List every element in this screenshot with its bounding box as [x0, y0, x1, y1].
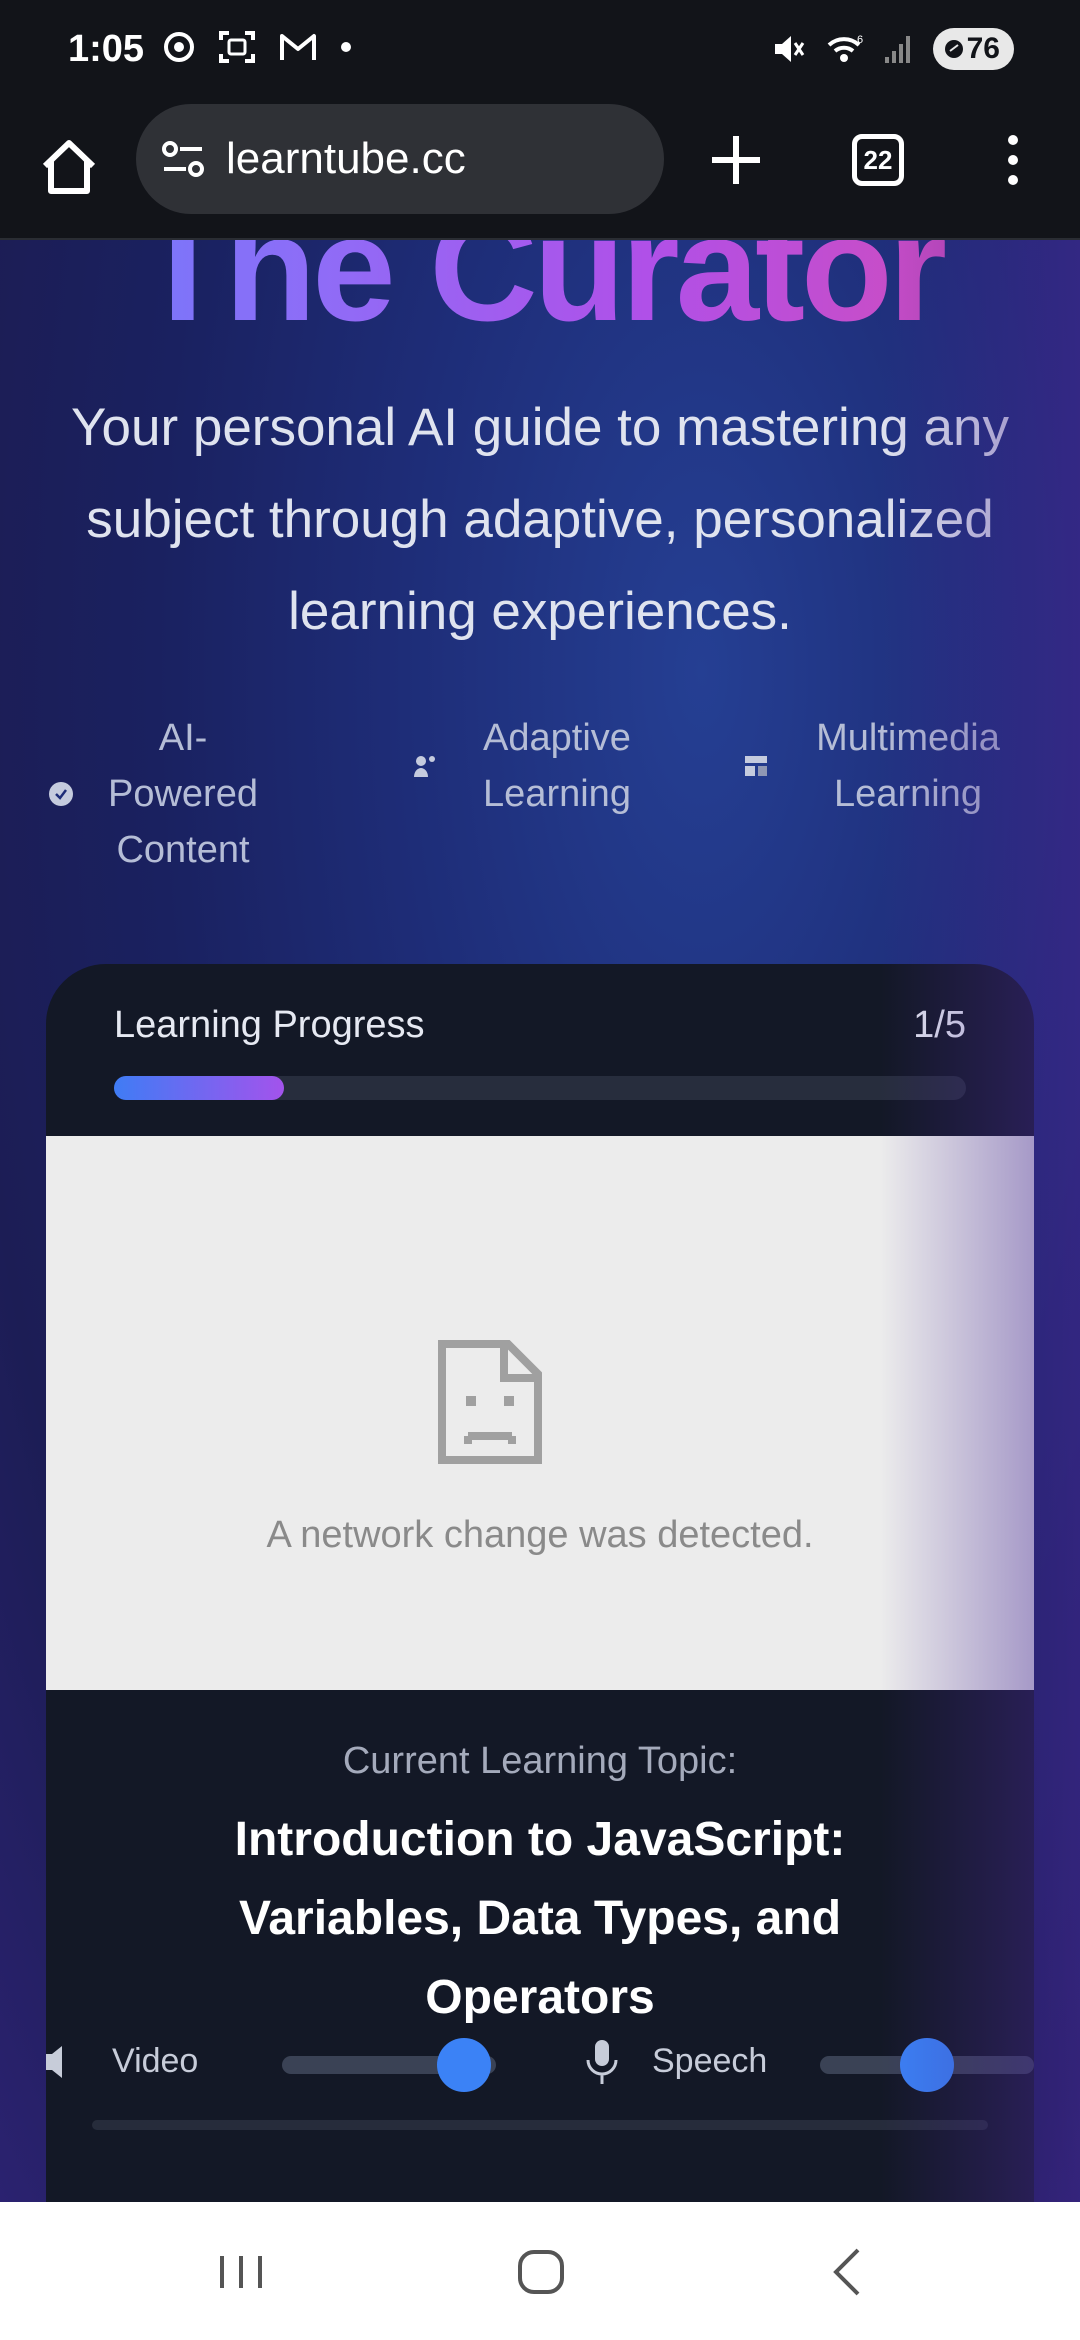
- feature-list: AI-Powered Content Adaptive Learning Mul…: [0, 710, 1080, 871]
- media-icon: [745, 756, 767, 776]
- check-circle-icon: [49, 782, 73, 806]
- wifi-icon: 6: [827, 34, 863, 62]
- progress-label: Learning Progress: [114, 1004, 425, 1046]
- video-slider-thumb[interactable]: [436, 2038, 491, 2092]
- microphone-icon: [586, 2040, 618, 2084]
- feature-multimedia: Multimedia Learning: [743, 710, 1013, 822]
- feature-ai-powered: AI-Powered Content: [48, 710, 258, 878]
- svg-text:6: 6: [857, 34, 863, 46]
- chrome-icon: [164, 32, 194, 62]
- person-icon: [414, 756, 435, 777]
- status-bar: 1:05 6 76: [0, 0, 1080, 100]
- notification-icons: [162, 30, 352, 64]
- site-settings-icon[interactable]: [160, 139, 206, 179]
- feature-label: Multimedia Learning: [816, 717, 1000, 815]
- divider: [92, 2120, 988, 2130]
- gmail-icon: [280, 34, 316, 60]
- battery-icon: 76: [932, 28, 1014, 70]
- sad-page-icon: [438, 1340, 542, 1464]
- speech-slider-thumb[interactable]: [900, 2038, 954, 2092]
- video-volume-slider[interactable]: [282, 2038, 496, 2092]
- page-subtitle: Your personal AI guide to mastering any …: [71, 398, 1009, 641]
- media-controls: Video Speech: [46, 2024, 1034, 2104]
- dot-icon: [341, 42, 351, 52]
- battery-level: 76: [966, 32, 1000, 65]
- web-page: The Curator Your personal AI guide to ma…: [0, 240, 1080, 2202]
- video-label: Video: [112, 2042, 199, 2080]
- system-icons: 6 76: [771, 28, 1014, 70]
- status-time: 1:05: [68, 28, 145, 70]
- learning-card: Learning Progress 1/5 A network change w…: [46, 964, 1034, 2202]
- page-title: The Curator: [0, 240, 1080, 355]
- feature-label: AI-Powered Content: [108, 717, 258, 871]
- recent-apps-icon[interactable]: [216, 2242, 266, 2302]
- tab-switcher-button[interactable]: 22: [852, 134, 904, 186]
- progress-bar: [114, 1076, 966, 1100]
- video-player[interactable]: A network change was detected.: [46, 1136, 1034, 1690]
- volume-icon: [46, 2046, 62, 2078]
- speech-volume-slider[interactable]: [820, 2038, 1034, 2092]
- progress-count: 1/5: [913, 1004, 966, 1046]
- system-nav-bar: [0, 2202, 1080, 2340]
- network-error-message: A network change was detected.: [266, 1514, 814, 1556]
- address-bar[interactable]: learntube.cc: [136, 104, 664, 214]
- topic-caption: Current Learning Topic:: [342, 1740, 738, 1782]
- more-menu-icon[interactable]: [998, 130, 1028, 190]
- feature-adaptive: Adaptive Learning: [412, 710, 642, 822]
- signal-icon: [884, 36, 910, 63]
- home-nav-icon[interactable]: [516, 2242, 566, 2302]
- progress-bar-fill: [114, 1076, 285, 1100]
- home-icon[interactable]: [36, 134, 102, 200]
- speech-label: Speech: [652, 2042, 768, 2080]
- back-icon[interactable]: [826, 2242, 866, 2302]
- browser-toolbar: learntube.cc 22: [0, 100, 1080, 240]
- new-tab-icon[interactable]: [706, 130, 766, 190]
- screenshot-icon: [219, 31, 255, 63]
- feature-label: Adaptive Learning: [483, 717, 631, 815]
- mute-icon: [774, 36, 804, 62]
- topic-title: Introduction to JavaScript: Variables, D…: [234, 1813, 846, 2024]
- url-text: learntube.cc: [226, 134, 466, 183]
